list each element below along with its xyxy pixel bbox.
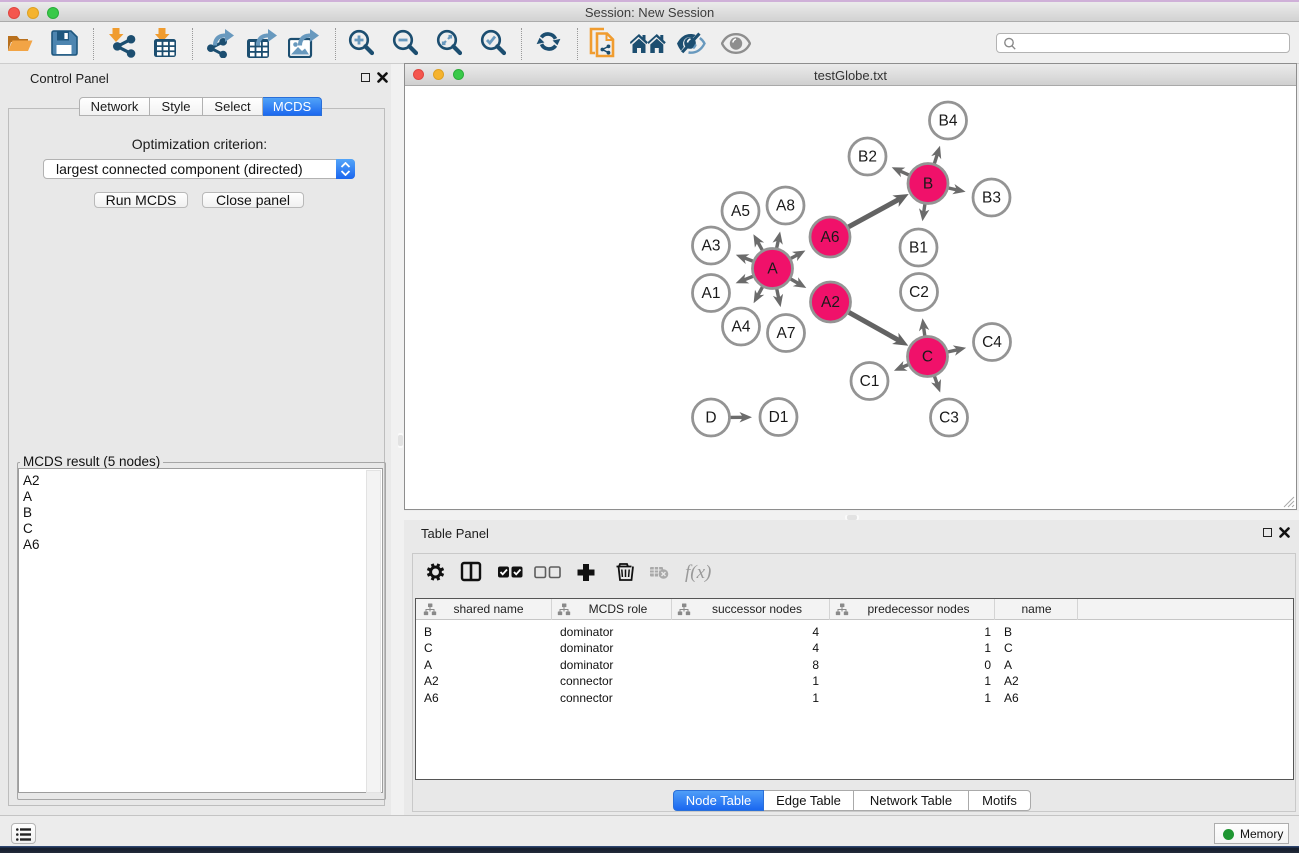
svg-text:B2: B2 xyxy=(858,149,877,166)
svg-text:A3: A3 xyxy=(702,238,721,255)
svg-text:A6: A6 xyxy=(821,229,840,246)
svg-text:A1: A1 xyxy=(702,285,721,302)
svg-text:A7: A7 xyxy=(777,325,796,342)
svg-text:A4: A4 xyxy=(732,319,751,336)
svg-text:C3: C3 xyxy=(939,410,959,427)
svg-text:A: A xyxy=(767,261,778,278)
svg-text:C4: C4 xyxy=(982,334,1002,351)
svg-text:C2: C2 xyxy=(909,284,929,301)
svg-text:B3: B3 xyxy=(982,190,1001,207)
svg-text:D: D xyxy=(705,410,716,427)
svg-text:B1: B1 xyxy=(909,240,928,257)
svg-text:A8: A8 xyxy=(776,198,795,215)
svg-text:f(x): f(x) xyxy=(685,562,711,583)
svg-text:A5: A5 xyxy=(731,203,750,220)
svg-text:A2: A2 xyxy=(821,294,840,311)
svg-text:C: C xyxy=(922,349,933,366)
svg-text:C1: C1 xyxy=(860,373,880,390)
svg-text:B: B xyxy=(923,176,933,193)
svg-text:D1: D1 xyxy=(769,409,789,426)
svg-text:B4: B4 xyxy=(939,113,958,130)
